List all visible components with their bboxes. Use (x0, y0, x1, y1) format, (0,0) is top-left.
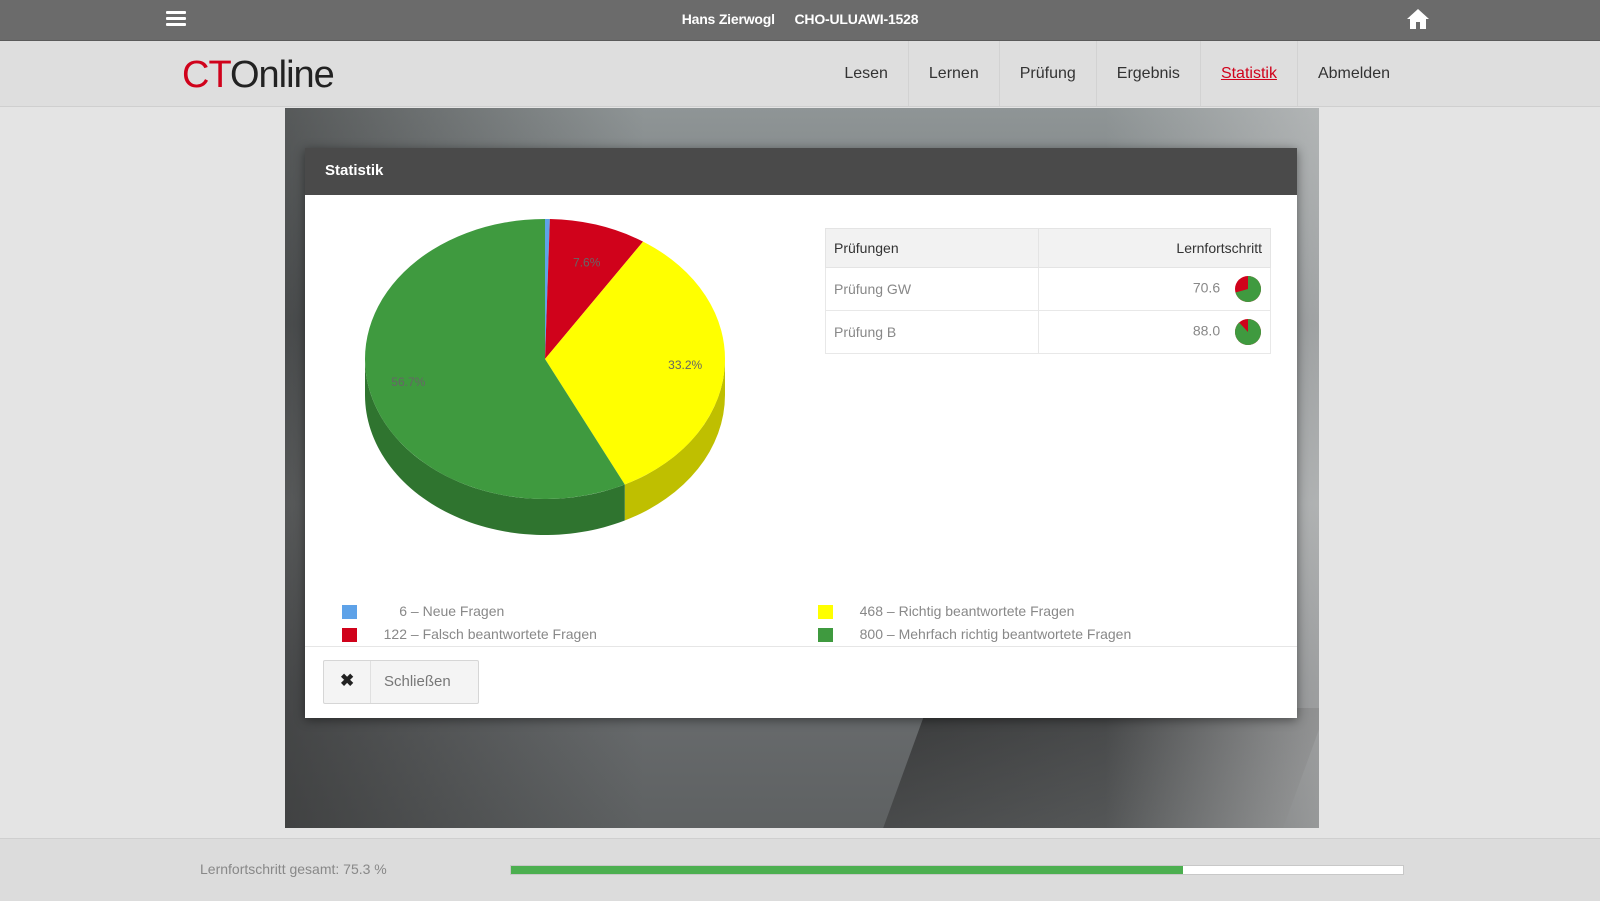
main-nav: Lesen Lernen Prüfung Ergebnis Statistik … (824, 41, 1410, 106)
legend-text: Mehrfach richtig beantwortete Fragen (898, 626, 1132, 642)
pie-slice-label: 7.6% (573, 256, 601, 270)
legend-item: 6 – Neue Fragen (342, 600, 597, 623)
mini-pie-progress (1235, 319, 1261, 345)
legend-item: 122 – Falsch beantwortete Fragen (342, 623, 597, 646)
progress-pie-icon (1235, 319, 1261, 345)
device-id: CHO-ULUAWI-1528 (794, 11, 919, 27)
exam-progress-value: 70.6 (1192, 279, 1221, 296)
legend-count: 6 (399, 603, 407, 619)
nav-abmelden[interactable]: Abmelden (1296, 41, 1410, 106)
nav-bar: CTOnline Lesen Lernen Prüfung Ergebnis S… (0, 41, 1600, 107)
overall-progress-fill (511, 866, 1183, 874)
legend-swatch (818, 628, 833, 643)
table-row[interactable]: Prüfung B 88.0 (825, 310, 1272, 354)
bottom-bar: Lernfortschritt gesamt: 75.3 % (0, 838, 1600, 901)
pie-slice-label: 56.7% (391, 375, 425, 389)
dialog-footer: ✖ Schließen (305, 646, 1297, 719)
legend-text: Falsch beantwortete Fragen (422, 626, 597, 642)
legend-swatch (342, 628, 357, 643)
nav-lernen[interactable]: Lernen (907, 41, 999, 106)
overall-progress-bar (510, 865, 1404, 875)
nav-statistik[interactable]: Statistik (1199, 41, 1297, 106)
home-icon[interactable] (1406, 8, 1430, 30)
progress-pie-icon (1235, 276, 1261, 302)
col-header-lernfortschritt: Lernfortschritt (1037, 228, 1272, 268)
legend-count: 468 (859, 603, 883, 619)
legend-count: 800 (859, 626, 883, 642)
chart-legend-left: 6 – Neue Fragen 122 – Falsch beantwortet… (342, 600, 597, 646)
chart-legend-right: 468 – Richtig beantwortete Fragen 800 – … (818, 600, 1131, 646)
statistik-dialog: Statistik 7.6% 33.2% 56.7% Prüfungen Lernf… (305, 148, 1297, 718)
nav-lesen[interactable]: Lesen (824, 41, 908, 106)
user-name: Hans Zierwogl (681, 11, 775, 27)
legend-text: Richtig beantwortete Fragen (898, 603, 1075, 619)
legend-item: 800 – Mehrfach richtig beantwortete Frag… (818, 623, 1131, 646)
legend-swatch (342, 605, 357, 620)
exam-name: Prüfung GW (825, 267, 1039, 311)
statistik-pie-chart: 7.6% 33.2% 56.7% (364, 219, 725, 535)
legend-swatch (818, 605, 833, 620)
exam-progress: 70.6 (1037, 267, 1272, 311)
logo-online: Online (229, 54, 335, 96)
legend-item: 468 – Richtig beantwortete Fragen (818, 600, 1131, 623)
exam-progress-value: 88.0 (1192, 322, 1221, 339)
dialog-title: Statistik (325, 162, 384, 179)
col-header-pruefungen: Prüfungen (825, 228, 1039, 268)
pruefungen-table: Prüfungen Lernfortschritt Prüfung GW 70.… (825, 228, 1272, 354)
nav-ergebnis[interactable]: Ergebnis (1095, 41, 1200, 106)
legend-count: 122 (383, 626, 407, 642)
session-info: Hans Zierwogl CHO-ULUAWI-1528 (0, 11, 1600, 27)
close-button[interactable]: ✖ Schließen (323, 660, 479, 704)
table-row[interactable]: Prüfung GW 70.6 (825, 267, 1272, 311)
close-button-label: Schließen (384, 673, 451, 690)
logo-ct: CT (182, 54, 231, 96)
legend-text: Neue Fragen (422, 603, 505, 619)
overall-progress-label: Lernfortschritt gesamt: 75.3 % (200, 861, 387, 877)
pie-slice-label: 33.2% (668, 358, 702, 372)
dialog-header: Statistik (305, 148, 1297, 195)
nav-pruefung[interactable]: Prüfung (998, 41, 1096, 106)
close-icon: ✖ (340, 671, 355, 690)
exam-progress: 88.0 (1037, 310, 1272, 354)
top-bar: Hans Zierwogl CHO-ULUAWI-1528 (0, 0, 1600, 41)
exam-name: Prüfung B (825, 310, 1039, 354)
ctonline-logo[interactable]: CTOnline (182, 53, 335, 97)
